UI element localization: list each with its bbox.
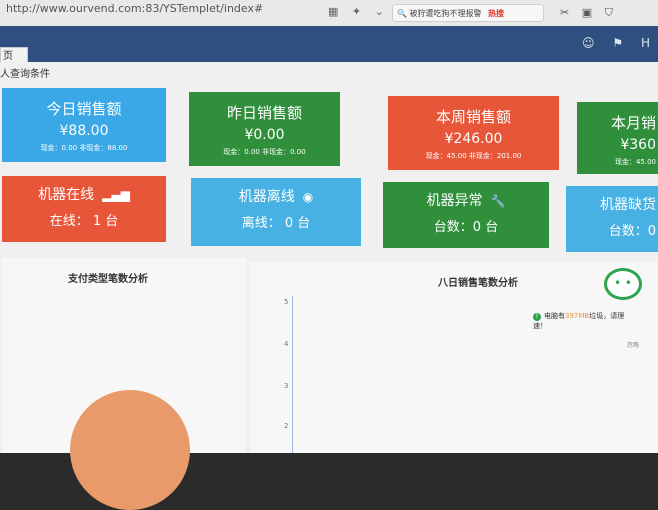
yesterday-sales-card[interactable]: 昨日销售额 ¥0.00 现金：0.00 非现金：0.00 [189,92,340,166]
extension-icon[interactable]: ▣ [582,6,592,19]
search-text: 被狩遭吃狗不理报警 [409,9,482,18]
hot-search-badge[interactable]: 热搜 [488,9,504,18]
filter-label[interactable]: 人查询条件 [0,65,50,80]
machines-error-card[interactable]: 机器异常 🔧 台数：0 台 [383,182,549,248]
ignore-link[interactable]: 忽略 [627,340,639,349]
card-breakdown: 现金：0.00 非现金：0.00 [223,148,306,156]
info-icon: ! [533,313,541,321]
browser-icons: ▦ ✦ ⌄ [328,5,394,18]
junk-size: 397MB [565,312,590,320]
browser-toolbar: http://www.ourvend.com:83/YSTemplet/inde… [0,0,658,26]
payment-pie-slice[interactable] [70,390,190,510]
card-breakdown: 现金：0.00 非现金：88.00 [40,144,128,152]
machines-offline-card[interactable]: 机器离线 ◉ 离线： 0 台 [191,178,361,246]
y-tick-label: 3 [284,382,289,390]
card-title: 机器缺货 [600,197,656,213]
pie-chart-title: 支付类型笔数分析 [68,274,148,285]
cleanup-widget-icon[interactable]: • • [604,268,642,300]
eight-day-sales-panel [250,262,658,453]
month-sales-card[interactable]: 本月销 ¥360 现金：45.00 [577,102,658,174]
card-title: 今日销售额 [46,100,122,118]
card-title: 机器离线 [238,189,295,205]
card-value: 台数：0 [608,224,656,239]
card-title: 机器异常 [426,193,483,209]
machines-stockout-card[interactable]: 机器缺货 台数：0 [566,186,658,252]
signal-bars-icon: ▂▄▆ [102,188,130,202]
browser-search-input[interactable]: 🔍 被狩遭吃狗不理报警 热搜 [392,4,544,22]
card-amount: ¥88.00 [59,123,109,139]
card-title: 昨日销售额 [226,104,302,122]
tab-bar: 页 [0,44,28,66]
card-amount: ¥0.00 [244,127,285,143]
wrench-icon: 🔧 [490,194,506,208]
scissors-icon[interactable]: ✂ [560,6,569,19]
card-value: 离线： 0 台 [241,216,311,231]
grid-icon[interactable]: ▦ [328,5,338,18]
y-tick-label: 5 [284,298,289,306]
card-breakdown: 现金：45.00 [614,158,656,166]
header-icons: ☺ ⚑ H [568,36,650,50]
card-title: 本月销 [610,114,656,132]
chart-y-axis [292,296,293,453]
card-title: 本周销售额 [435,108,511,126]
app-header: ☺ ⚑ H [0,26,658,62]
search-icon: 🔍 [397,9,407,18]
bolt-icon[interactable]: ✦ [352,5,361,18]
y-tick-label: 4 [284,340,289,348]
browser-tools: ✂ ▣ ⛉ [560,6,622,20]
shield-icon[interactable]: ⛉ [605,6,613,19]
card-title: 机器在线 [38,187,95,203]
machines-online-card[interactable]: 机器在线 ▂▄▆ 在线： 1 台 [2,176,166,242]
line-chart-title: 八日销售笔数分析 [438,278,518,289]
home-icon[interactable]: H [641,36,650,50]
today-sales-card[interactable]: 今日销售额 ¥88.00 现金：0.00 非现金：88.00 [2,88,166,162]
card-breakdown: 现金：45.00 非现金：201.00 [425,152,522,160]
address-bar[interactable]: http://www.ourvend.com:83/YSTemplet/inde… [6,2,263,15]
card-value: 台数：0 台 [433,220,499,235]
week-sales-card[interactable]: 本周销售额 ¥246.00 现金：45.00 非现金：201.00 [388,96,559,170]
card-amount: ¥360 [620,137,656,153]
flag-icon[interactable]: ⚑ [612,36,623,50]
chevron-down-icon[interactable]: ⌄ [375,5,384,18]
user-icon[interactable]: ☺ [582,36,595,50]
globe-icon: ◉ [302,190,314,204]
y-tick-label: 2 [284,422,289,430]
tip-line2: 速！ [533,322,547,330]
card-value: 在线： 1 台 [49,214,119,229]
card-amount: ¥246.00 [444,131,503,147]
cleanup-tip[interactable]: ! 电脑有397MB垃圾，请理 速！ [533,311,658,331]
